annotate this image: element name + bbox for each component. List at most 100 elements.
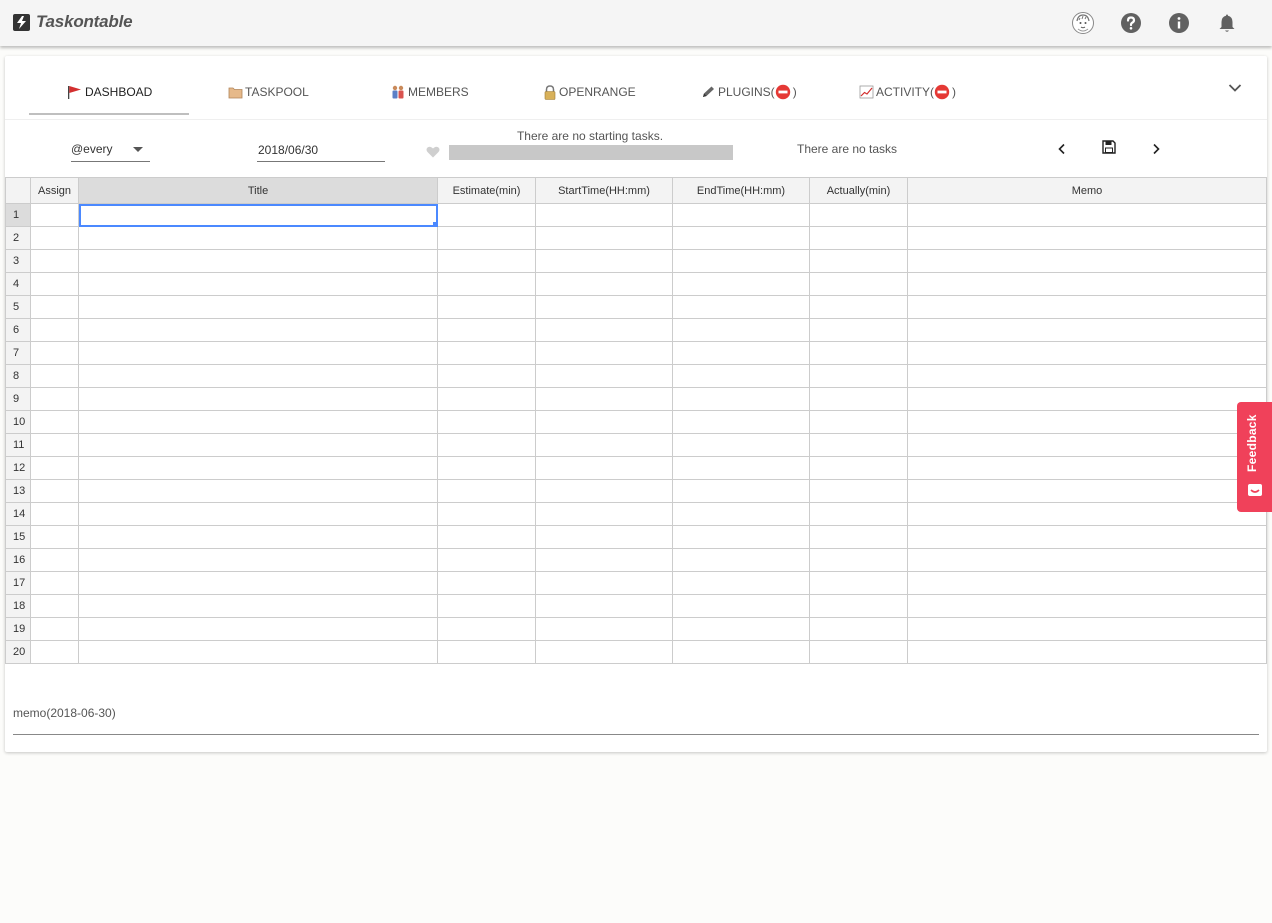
- table-cell[interactable]: [535, 203, 673, 227]
- column-header[interactable]: StartTime(HH:mm): [535, 177, 673, 204]
- table-cell[interactable]: [809, 502, 908, 526]
- row-header[interactable]: 12: [5, 456, 31, 480]
- table-cell[interactable]: [672, 249, 810, 273]
- table-cell[interactable]: [809, 272, 908, 296]
- table-cell[interactable]: [437, 341, 536, 365]
- table-cell[interactable]: [437, 433, 536, 457]
- table-cell[interactable]: [78, 548, 438, 572]
- table-cell[interactable]: [30, 226, 79, 250]
- table-cell[interactable]: [672, 341, 810, 365]
- table-cell[interactable]: [437, 295, 536, 319]
- table-cell[interactable]: [809, 594, 908, 618]
- table-cell[interactable]: [672, 456, 810, 480]
- tab-openrange[interactable]: OPENRANGE: [543, 76, 636, 108]
- row-header[interactable]: 8: [5, 364, 31, 388]
- table-cell[interactable]: [78, 456, 438, 480]
- fill-handle[interactable]: [433, 222, 437, 226]
- table-cell[interactable]: [535, 571, 673, 595]
- table-cell[interactable]: [535, 249, 673, 273]
- table-cell[interactable]: [78, 295, 438, 319]
- table-cell[interactable]: [535, 387, 673, 411]
- avatar[interactable]: [1071, 11, 1095, 35]
- table-cell[interactable]: [907, 617, 1267, 641]
- table-cell[interactable]: [437, 249, 536, 273]
- table-cell[interactable]: [907, 479, 1267, 503]
- table-cell[interactable]: [672, 410, 810, 434]
- table-cell[interactable]: [30, 203, 79, 227]
- table-cell[interactable]: [907, 594, 1267, 618]
- table-cell[interactable]: [535, 318, 673, 342]
- table-cell[interactable]: [535, 433, 673, 457]
- row-header[interactable]: 6: [5, 318, 31, 342]
- table-cell[interactable]: [30, 295, 79, 319]
- table-cell[interactable]: [78, 341, 438, 365]
- table-cell[interactable]: [78, 410, 438, 434]
- table-cell[interactable]: [672, 387, 810, 411]
- table-cell[interactable]: [535, 502, 673, 526]
- feedback-button[interactable]: Feedback: [1237, 402, 1272, 512]
- table-cell[interactable]: [78, 479, 438, 503]
- table-cell[interactable]: [535, 226, 673, 250]
- table-cell[interactable]: [437, 410, 536, 434]
- memo-input-underline[interactable]: [13, 734, 1259, 735]
- table-cell[interactable]: [672, 203, 810, 227]
- table-cell[interactable]: [535, 525, 673, 549]
- table-cell[interactable]: [672, 640, 810, 664]
- table-cell[interactable]: [30, 387, 79, 411]
- row-header[interactable]: 1: [5, 203, 31, 227]
- table-cell[interactable]: [809, 410, 908, 434]
- table-cell[interactable]: [809, 433, 908, 457]
- selected-cell[interactable]: [78, 203, 438, 227]
- table-cell[interactable]: [535, 410, 673, 434]
- tab-activity[interactable]: ACTIVITY( ): [859, 76, 956, 108]
- table-cell[interactable]: [809, 617, 908, 641]
- table-cell[interactable]: [535, 548, 673, 572]
- tab-dashboard[interactable]: DASHBOAD: [67, 76, 152, 108]
- table-cell[interactable]: [535, 272, 673, 296]
- corner-header[interactable]: [5, 177, 31, 204]
- table-cell[interactable]: [437, 226, 536, 250]
- table-cell[interactable]: [809, 318, 908, 342]
- table-cell[interactable]: [78, 318, 438, 342]
- row-header[interactable]: 3: [5, 249, 31, 273]
- table-cell[interactable]: [437, 456, 536, 480]
- table-cell[interactable]: [437, 272, 536, 296]
- table-cell[interactable]: [809, 226, 908, 250]
- collapse-button[interactable]: [1228, 80, 1242, 98]
- table-cell[interactable]: [907, 203, 1267, 227]
- previous-date-button[interactable]: [1057, 142, 1067, 160]
- table-cell[interactable]: [30, 594, 79, 618]
- table-cell[interactable]: [30, 410, 79, 434]
- table-cell[interactable]: [672, 525, 810, 549]
- table-cell[interactable]: [437, 548, 536, 572]
- table-cell[interactable]: [907, 525, 1267, 549]
- row-header[interactable]: 4: [5, 272, 31, 296]
- table-cell[interactable]: [907, 571, 1267, 595]
- table-cell[interactable]: [437, 594, 536, 618]
- table-cell[interactable]: [672, 433, 810, 457]
- table-cell[interactable]: [535, 617, 673, 641]
- table-cell[interactable]: [78, 433, 438, 457]
- table-cell[interactable]: [437, 387, 536, 411]
- tab-taskpool[interactable]: TASKPOOL: [228, 76, 309, 108]
- table-cell[interactable]: [672, 502, 810, 526]
- table-cell[interactable]: [809, 295, 908, 319]
- help-icon[interactable]: [1119, 11, 1143, 35]
- table-cell[interactable]: [30, 502, 79, 526]
- table-cell[interactable]: [78, 594, 438, 618]
- table-cell[interactable]: [809, 249, 908, 273]
- column-header[interactable]: EndTime(HH:mm): [672, 177, 810, 204]
- row-header[interactable]: 11: [5, 433, 31, 457]
- column-header[interactable]: Actually(min): [809, 177, 908, 204]
- table-cell[interactable]: [437, 502, 536, 526]
- row-header[interactable]: 16: [5, 548, 31, 572]
- table-cell[interactable]: [30, 571, 79, 595]
- next-date-button[interactable]: [1151, 142, 1161, 160]
- table-cell[interactable]: [535, 295, 673, 319]
- row-header[interactable]: 15: [5, 525, 31, 549]
- table-cell[interactable]: [535, 479, 673, 503]
- table-cell[interactable]: [907, 272, 1267, 296]
- table-cell[interactable]: [437, 640, 536, 664]
- save-button[interactable]: [1102, 140, 1116, 159]
- notifications-icon[interactable]: [1215, 11, 1239, 35]
